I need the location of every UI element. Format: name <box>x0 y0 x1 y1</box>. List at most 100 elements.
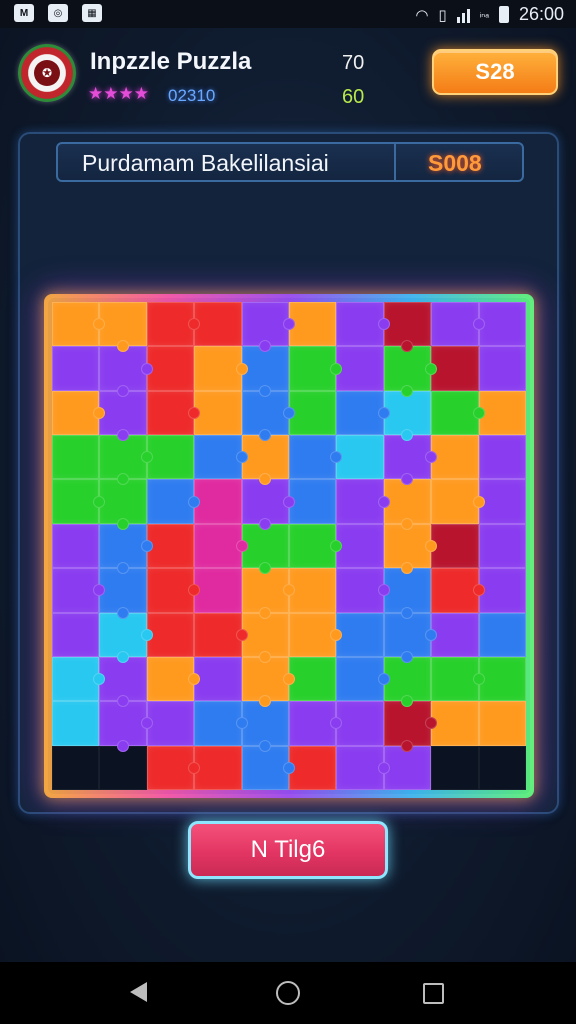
puzzle-piece[interactable] <box>431 302 486 347</box>
puzzle-piece[interactable] <box>146 656 201 702</box>
avatar[interactable]: ✪ <box>18 44 76 102</box>
puzzle-piece[interactable] <box>383 701 438 753</box>
puzzle-piece[interactable] <box>478 656 526 702</box>
puzzle-piece[interactable] <box>99 612 154 664</box>
puzzle-piece[interactable] <box>52 346 100 391</box>
puzzle-piece[interactable] <box>52 523 100 569</box>
puzzle-piece[interactable] <box>241 479 296 531</box>
puzzle-piece[interactable] <box>431 390 486 436</box>
puzzle-piece[interactable] <box>478 390 526 436</box>
puzzle-piece[interactable] <box>241 523 289 575</box>
puzzle-piece[interactable] <box>194 435 249 480</box>
puzzle-piece[interactable] <box>289 435 343 480</box>
puzzle-piece[interactable] <box>336 701 384 746</box>
puzzle-piece[interactable] <box>194 656 242 702</box>
puzzle-piece[interactable] <box>383 656 432 708</box>
puzzle-piece[interactable] <box>146 435 195 480</box>
puzzle-piece[interactable] <box>241 568 296 619</box>
puzzle-piece[interactable] <box>194 479 242 524</box>
puzzle-piece[interactable] <box>289 745 337 790</box>
puzzle-piece[interactable] <box>194 302 242 347</box>
puzzle-piece[interactable] <box>289 612 343 657</box>
puzzle-piece[interactable] <box>99 346 154 398</box>
puzzle-piece[interactable] <box>336 390 391 436</box>
puzzle-piece[interactable] <box>336 568 391 613</box>
puzzle-piece[interactable] <box>431 568 486 613</box>
puzzle-piece[interactable] <box>336 745 391 790</box>
puzzle-piece[interactable] <box>336 479 391 524</box>
puzzle-piece[interactable] <box>52 479 106 524</box>
puzzle-piece[interactable] <box>336 523 384 569</box>
puzzle-piece[interactable] <box>478 479 526 524</box>
puzzle-piece[interactable] <box>99 701 154 753</box>
puzzle-piece[interactable] <box>241 346 289 398</box>
puzzle-piece[interactable] <box>194 390 242 436</box>
puzzle-piece[interactable] <box>383 612 438 664</box>
puzzle-piece[interactable] <box>383 346 438 398</box>
puzzle-piece[interactable] <box>431 435 479 480</box>
puzzle-piece[interactable] <box>241 390 296 442</box>
puzzle-piece[interactable] <box>336 656 391 702</box>
puzzle-piece[interactable] <box>336 612 384 657</box>
puzzle-piece[interactable] <box>52 568 106 613</box>
puzzle-piece[interactable] <box>478 701 526 746</box>
puzzle-piece[interactable] <box>146 346 195 391</box>
puzzle-piece[interactable] <box>99 656 147 708</box>
puzzle-piece[interactable] <box>52 701 100 746</box>
puzzle-piece[interactable] <box>383 745 432 790</box>
puzzle-piece[interactable] <box>383 523 438 575</box>
puzzle-piece[interactable] <box>194 745 242 790</box>
puzzle-piece[interactable] <box>336 346 384 391</box>
puzzle-piece[interactable] <box>431 346 479 391</box>
puzzle-piece[interactable] <box>194 523 249 569</box>
puzzle-piece[interactable] <box>146 302 201 347</box>
puzzle-piece[interactable] <box>52 435 100 480</box>
puzzle-piece[interactable] <box>99 390 147 442</box>
puzzle-piece[interactable] <box>383 568 432 619</box>
puzzle-piece[interactable] <box>431 701 479 746</box>
puzzle-piece[interactable] <box>383 302 432 353</box>
puzzle-piece[interactable] <box>478 612 526 657</box>
puzzle-piece[interactable] <box>383 479 432 531</box>
puzzle-piece[interactable] <box>99 568 147 619</box>
puzzle-piece[interactable] <box>336 302 391 347</box>
puzzle-piece[interactable] <box>336 435 384 480</box>
puzzle-piece[interactable] <box>241 435 289 486</box>
puzzle-piece[interactable] <box>194 612 249 657</box>
puzzle-piece[interactable] <box>241 701 289 753</box>
puzzle-piece[interactable] <box>146 479 201 524</box>
puzzle-piece[interactable] <box>241 745 296 790</box>
puzzle-piece[interactable] <box>52 612 100 657</box>
puzzle-piece[interactable] <box>146 390 201 436</box>
puzzle-piece[interactable] <box>52 656 106 702</box>
puzzle-piece[interactable] <box>146 701 195 746</box>
puzzle-piece[interactable] <box>99 302 147 353</box>
puzzle-piece[interactable] <box>289 656 337 702</box>
puzzle-piece[interactable] <box>289 479 337 524</box>
puzzle-piece[interactable] <box>478 302 526 347</box>
puzzle-piece[interactable] <box>194 701 249 746</box>
puzzle-piece[interactable] <box>289 701 343 746</box>
puzzle-piece[interactable] <box>289 390 337 436</box>
puzzle-piece[interactable] <box>52 302 106 347</box>
puzzle-piece[interactable] <box>383 435 438 486</box>
puzzle-piece[interactable] <box>289 346 343 391</box>
recent-apps-icon[interactable] <box>423 983 444 1004</box>
puzzle-piece[interactable] <box>431 656 486 702</box>
puzzle-piece[interactable] <box>146 612 195 657</box>
puzzle-piece[interactable] <box>431 612 479 657</box>
puzzle-piece[interactable] <box>478 346 526 391</box>
puzzle-piece[interactable] <box>241 302 296 353</box>
puzzle-piece[interactable] <box>99 523 154 575</box>
puzzle-piece[interactable] <box>146 523 195 569</box>
puzzle-piece[interactable] <box>194 568 242 613</box>
puzzle-piece[interactable] <box>478 435 526 480</box>
puzzle-piece[interactable] <box>289 568 337 613</box>
home-icon[interactable] <box>276 981 300 1005</box>
puzzle-piece[interactable] <box>478 523 526 569</box>
puzzle-piece[interactable] <box>146 568 201 613</box>
puzzle-piece[interactable] <box>431 523 479 569</box>
coin-button[interactable]: S28 <box>432 49 558 95</box>
puzzle-piece[interactable] <box>99 435 154 486</box>
puzzle-piece[interactable] <box>241 612 289 664</box>
